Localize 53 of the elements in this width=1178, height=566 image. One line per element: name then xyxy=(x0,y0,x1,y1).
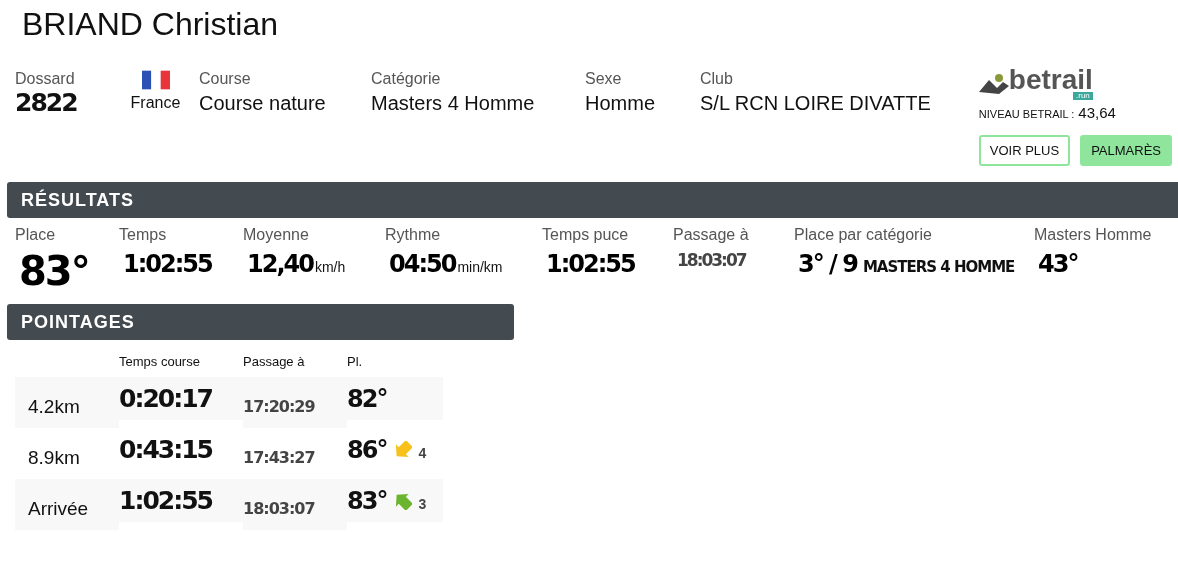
result-label: Place xyxy=(15,226,57,244)
result-label: Temps puce xyxy=(542,226,630,244)
result-label: Temps xyxy=(119,226,168,244)
result-label: Place par catégorie xyxy=(794,226,933,244)
race-time: 1:02:55 xyxy=(119,479,243,522)
category-name: MASTERS 4 HOMME xyxy=(862,258,1015,276)
place-value: 83° xyxy=(347,486,387,515)
passage-time: 18:03:07 xyxy=(243,479,347,530)
info-value: S/L RCN LOIRE DIVATTE xyxy=(700,92,931,115)
place-value: 82° xyxy=(347,384,387,413)
level-value: 43,64 xyxy=(1078,104,1116,121)
passage-time: 17:20:29 xyxy=(243,377,347,428)
result-value: 3° / 9 xyxy=(798,250,857,278)
column-header: Pl. xyxy=(347,354,364,371)
info-label: Dossard xyxy=(15,70,75,88)
race-time: 0:20:17 xyxy=(119,377,243,420)
unit-label: km/h xyxy=(314,259,346,275)
more-button[interactable]: VOIR PLUS xyxy=(978,135,1071,166)
checkpoint-name: Arrivée xyxy=(15,479,119,530)
info-value: Course nature xyxy=(199,92,326,115)
result-value: 83° xyxy=(19,248,89,294)
info-value: Masters 4 Homme xyxy=(371,92,535,115)
info-label: Sexe xyxy=(585,70,622,88)
result-label: Masters Homme xyxy=(1034,226,1153,244)
palmares-button[interactable]: PALMARÈS xyxy=(1080,135,1172,166)
result-value: 1:02:55 xyxy=(123,250,212,278)
place-change: 3 xyxy=(418,494,427,512)
checkpoint-name: 4.2km xyxy=(15,377,119,428)
bib-number: 2822 xyxy=(15,88,77,117)
country-name: France xyxy=(130,94,181,112)
result-value: 04:50 xyxy=(389,250,456,278)
place-change: 4 xyxy=(418,443,427,461)
column-header: Temps course xyxy=(119,354,201,371)
result-value: 1:02:55 xyxy=(546,250,635,278)
section-header: POINTAGES xyxy=(7,304,514,340)
result-value: 18:03:07 xyxy=(677,250,746,270)
result-label: Passage à xyxy=(673,226,750,244)
betrail-logo: betrail.run xyxy=(978,66,1093,98)
section-header: RÉSULTATS xyxy=(7,182,1178,218)
result-value: 12,40 xyxy=(247,250,313,278)
info-label: Course xyxy=(199,70,251,88)
result-label: Moyenne xyxy=(243,226,310,244)
result-value: 43° xyxy=(1038,250,1078,278)
athlete-name: BRIAND Christian xyxy=(21,5,280,44)
level-label: NIVEAU BETRAIL : xyxy=(978,108,1075,120)
place-value: 86° xyxy=(347,435,387,464)
flag-icon xyxy=(141,70,170,90)
unit-label: min/km xyxy=(457,259,503,275)
result-label: Rythme xyxy=(385,226,442,244)
info-value: Homme xyxy=(585,92,655,115)
info-label: Club xyxy=(700,70,733,88)
column-header: Passage à xyxy=(243,354,306,371)
info-label: Catégorie xyxy=(371,70,441,88)
